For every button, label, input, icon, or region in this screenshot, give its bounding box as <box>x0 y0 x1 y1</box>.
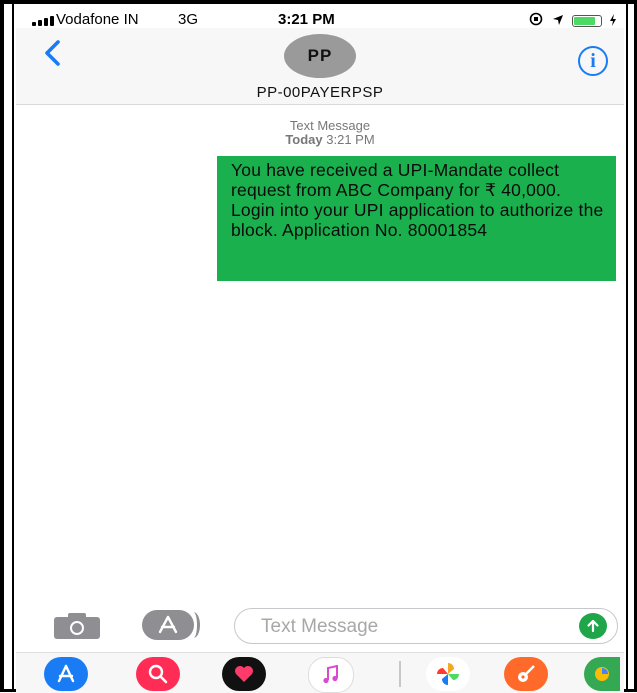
carrier-name: Vodafone IN <box>56 11 139 28</box>
rotation-lock-icon <box>528 12 544 29</box>
message-composer <box>16 604 624 648</box>
pinwheel-icon[interactable] <box>426 657 470 691</box>
message-time: 3:21 PM <box>326 132 375 147</box>
heart-icon[interactable] <box>222 657 266 691</box>
signal-strength-icon <box>32 16 54 26</box>
message-input-field[interactable] <box>234 608 618 644</box>
search-icon[interactable] <box>136 657 180 691</box>
camera-icon[interactable] <box>52 612 102 640</box>
message-type-label: Text Message <box>289 118 371 133</box>
screenshot-frame: Vodafone IN 3G 3:21 PM PP PP-00PAYERPSP … <box>0 0 637 693</box>
app-drawer <box>16 652 624 693</box>
app-store-icon[interactable] <box>44 657 88 691</box>
send-arrow-icon[interactable] <box>579 613 607 639</box>
message-timestamp: Text Message Today 3:21 PM <box>200 119 460 147</box>
tray-divider <box>399 661 401 687</box>
message-input[interactable] <box>259 613 563 641</box>
guitar-icon[interactable] <box>504 657 548 691</box>
message-day: Today <box>285 132 323 147</box>
charging-icon <box>610 13 616 29</box>
contact-name[interactable]: PP-00PAYERPSP <box>16 84 624 101</box>
contact-avatar[interactable]: PP <box>284 34 356 78</box>
conversation-header: PP PP-00PAYERPSP i <box>16 28 624 105</box>
maps-icon[interactable] <box>584 657 620 691</box>
music-note-icon[interactable] <box>308 657 354 693</box>
location-icon <box>552 13 564 29</box>
network-type: 3G <box>178 11 199 28</box>
info-icon[interactable]: i <box>578 46 608 76</box>
clock: 3:21 PM <box>278 11 335 28</box>
app-store-icon[interactable] <box>142 610 200 640</box>
message-bubble[interactable]: You have received a UPI-Mandate collect … <box>217 156 616 281</box>
back-chevron-icon[interactable] <box>40 38 66 68</box>
battery-icon <box>572 14 602 27</box>
